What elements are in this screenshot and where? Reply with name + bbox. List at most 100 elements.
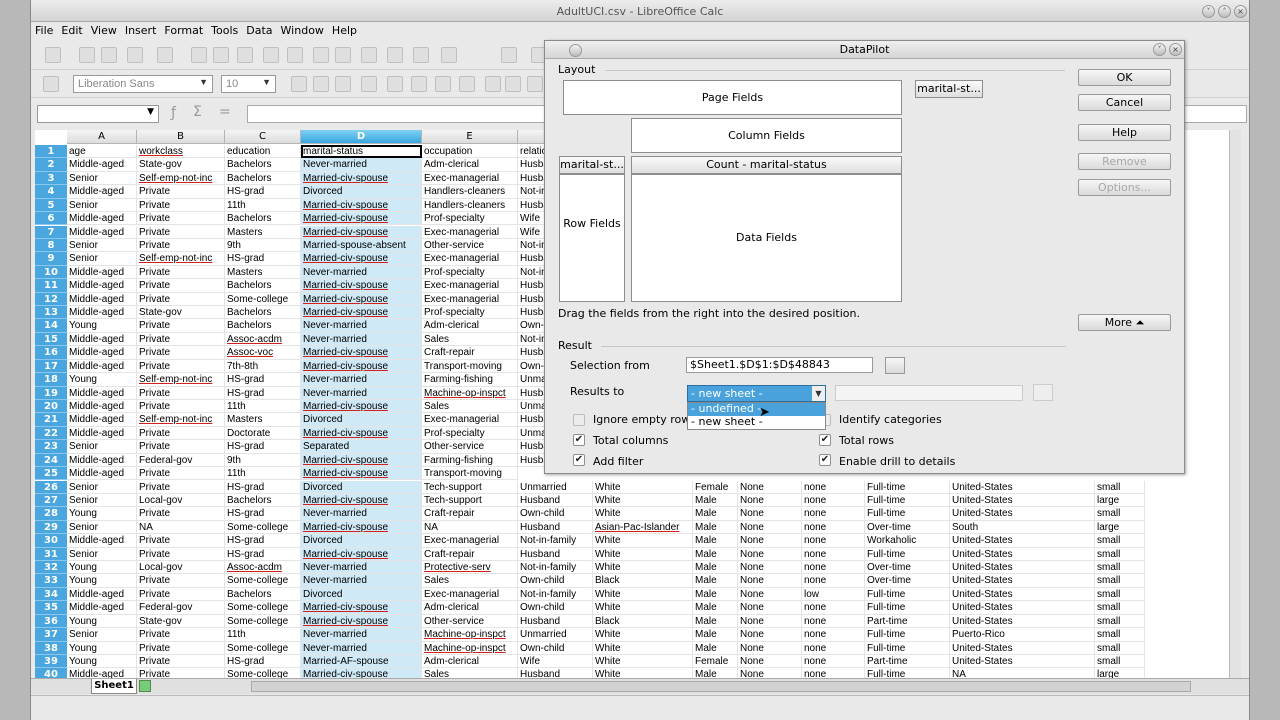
- cell[interactable]: Husband: [518, 614, 593, 629]
- cell[interactable]: Middle-aged: [67, 386, 137, 400]
- cell[interactable]: HS-grad: [225, 373, 301, 387]
- cell[interactable]: Sales: [422, 574, 518, 588]
- menu-format[interactable]: Format: [160, 22, 207, 37]
- cell[interactable]: Senior: [67, 520, 137, 535]
- cell[interactable]: Married-spouse-absent: [301, 238, 422, 253]
- cell[interactable]: Divorced: [301, 534, 422, 548]
- cell[interactable]: small: [1095, 654, 1145, 669]
- cell[interactable]: Male: [693, 614, 738, 629]
- ignore-empty-rows-checkbox[interactable]: [573, 414, 585, 426]
- cell[interactable]: 9th: [225, 238, 301, 253]
- cell[interactable]: Private: [137, 628, 225, 642]
- cell[interactable]: large: [1095, 520, 1145, 535]
- cell[interactable]: Exec-managerial: [422, 252, 518, 266]
- cell[interactable]: Never-married: [301, 332, 422, 347]
- row-header[interactable]: 18: [35, 373, 67, 387]
- toolbar-icon-6[interactable]: [213, 47, 229, 63]
- cell[interactable]: Private: [137, 386, 225, 400]
- cell[interactable]: United-States: [950, 641, 1095, 655]
- cell[interactable]: marital-status: [301, 145, 422, 159]
- cell[interactable]: Married-civ-spouse: [301, 359, 422, 374]
- cell[interactable]: Full-time: [865, 587, 950, 602]
- cell[interactable]: White: [593, 641, 693, 655]
- font-size-box[interactable]: 10 ▼: [221, 75, 276, 93]
- cell[interactable]: Married-AF-spouse: [301, 654, 422, 669]
- cell[interactable]: 9th: [225, 453, 301, 468]
- cell[interactable]: None: [738, 628, 802, 642]
- cell[interactable]: Exec-managerial: [422, 534, 518, 548]
- toolbar-icon-14[interactable]: [413, 47, 429, 63]
- cell[interactable]: Private: [137, 467, 225, 481]
- cell[interactable]: Senior: [67, 628, 137, 642]
- cell[interactable]: Self-emp-not-inc: [137, 373, 225, 387]
- cell[interactable]: Wife: [518, 654, 593, 669]
- cell[interactable]: Private: [137, 185, 225, 199]
- cell[interactable]: Adm-clerical: [422, 654, 518, 669]
- cell[interactable]: Never-married: [301, 265, 422, 280]
- cell[interactable]: None: [738, 520, 802, 535]
- toolbar-icon-12[interactable]: [361, 47, 377, 63]
- cell[interactable]: Middle-aged: [67, 225, 137, 239]
- row-header[interactable]: 37: [35, 628, 67, 642]
- row-header[interactable]: 30: [35, 534, 67, 548]
- cell[interactable]: Private: [137, 359, 225, 374]
- format-icon-10[interactable]: [505, 76, 521, 92]
- cell[interactable]: 7th-8th: [225, 359, 301, 374]
- cell[interactable]: Full-time: [865, 641, 950, 655]
- cell[interactable]: Senior: [67, 440, 137, 454]
- cell[interactable]: Over-time: [865, 520, 950, 535]
- row-header[interactable]: 14: [35, 319, 67, 333]
- cell[interactable]: small: [1095, 480, 1145, 494]
- cell[interactable]: Some-college: [225, 574, 301, 588]
- cell[interactable]: White: [593, 534, 693, 548]
- cell[interactable]: United-States: [950, 534, 1095, 548]
- sum-icon[interactable]: Σ: [193, 104, 202, 120]
- cell[interactable]: Middle-aged: [67, 399, 137, 414]
- cell[interactable]: Male: [693, 641, 738, 655]
- cell[interactable]: Private: [137, 507, 225, 521]
- cell[interactable]: Not-in-family: [518, 587, 593, 602]
- cell[interactable]: 11th: [225, 399, 301, 414]
- cell[interactable]: Full-time: [865, 628, 950, 642]
- cell[interactable]: Part-time: [865, 614, 950, 629]
- cell[interactable]: South: [950, 520, 1095, 535]
- cell[interactable]: Private: [137, 279, 225, 293]
- column-header-c[interactable]: C: [225, 130, 301, 144]
- cell[interactable]: White: [593, 493, 693, 508]
- cell[interactable]: none: [802, 601, 865, 615]
- cell[interactable]: Private: [137, 212, 225, 226]
- menu-tools[interactable]: Tools: [207, 22, 242, 37]
- cell[interactable]: none: [802, 614, 865, 629]
- dialog-menu-icon[interactable]: [569, 44, 582, 57]
- cell[interactable]: Transport-moving: [422, 359, 518, 374]
- results-to-select[interactable]: - new sheet - ▼: [687, 385, 826, 402]
- cell[interactable]: Male: [693, 574, 738, 588]
- cell[interactable]: Private: [137, 319, 225, 333]
- cell[interactable]: Middle-aged: [67, 601, 137, 615]
- selection-from-field[interactable]: $Sheet1.$D$1:$D$48843: [686, 357, 873, 373]
- cell[interactable]: Married-civ-spouse: [301, 171, 422, 186]
- cell[interactable]: Adm-clerical: [422, 319, 518, 333]
- cell[interactable]: Own-child: [518, 641, 593, 655]
- row-header[interactable]: 20: [35, 399, 67, 414]
- chevron-down-icon[interactable]: ▼: [812, 386, 825, 401]
- cell[interactable]: Private: [137, 198, 225, 213]
- cell[interactable]: Private: [137, 480, 225, 494]
- cell[interactable]: None: [738, 493, 802, 508]
- toolbar-icon-5[interactable]: [191, 47, 207, 63]
- cell[interactable]: Prof-specialty: [422, 426, 518, 441]
- cell[interactable]: Private: [137, 346, 225, 360]
- options-button[interactable]: Options...: [1078, 179, 1171, 196]
- shrink-destination-icon[interactable]: [1033, 384, 1053, 401]
- cell[interactable]: Male: [693, 587, 738, 602]
- column-header-b[interactable]: B: [137, 130, 225, 144]
- cell[interactable]: Bachelors: [225, 493, 301, 508]
- cell[interactable]: Married-civ-spouse: [301, 212, 422, 226]
- cell[interactable]: Puerto-Rico: [950, 628, 1095, 642]
- cell[interactable]: White: [593, 547, 693, 561]
- cell[interactable]: Senior: [67, 547, 137, 561]
- row-header[interactable]: 23: [35, 440, 67, 454]
- cell[interactable]: Part-time: [865, 654, 950, 669]
- cell[interactable]: Masters: [225, 265, 301, 280]
- cell[interactable]: Divorced: [301, 480, 422, 494]
